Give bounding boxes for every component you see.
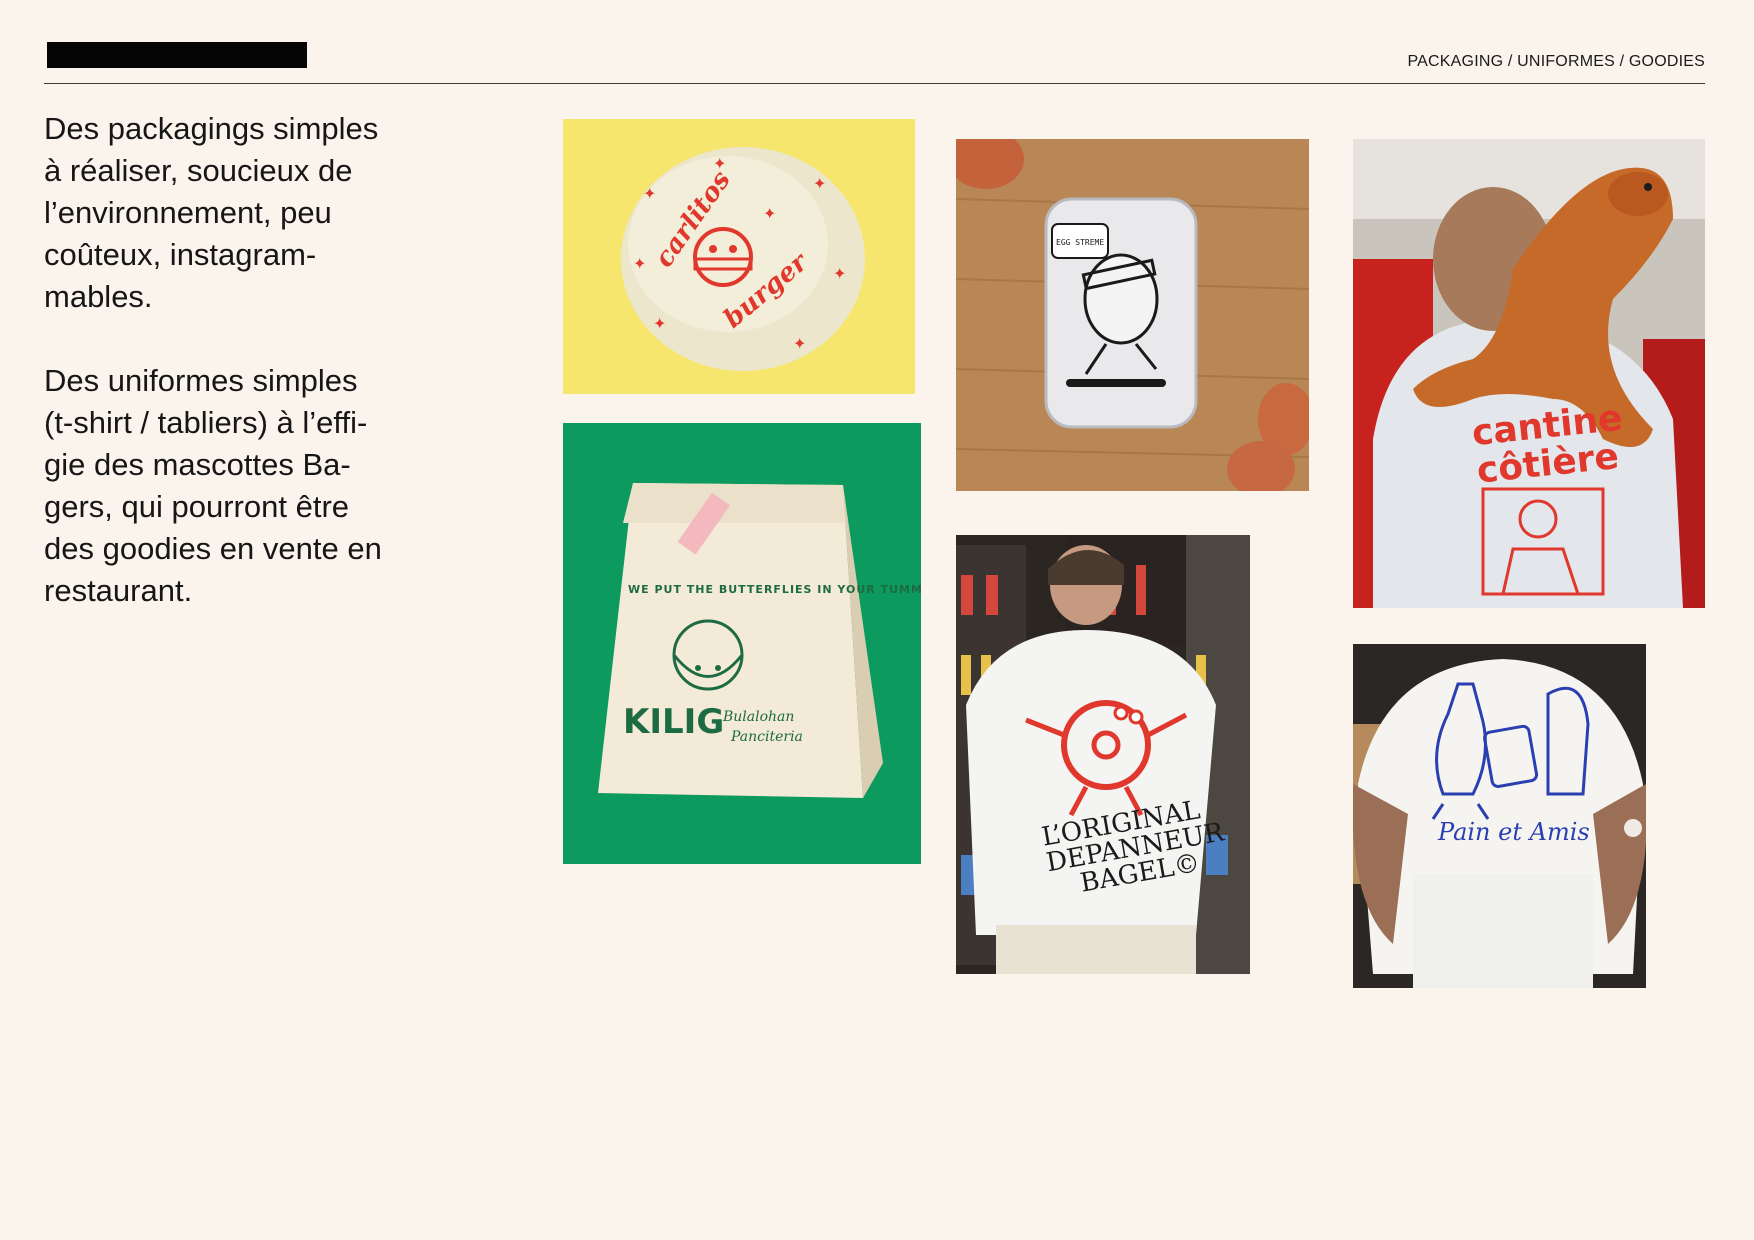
- svg-text:✦: ✦: [793, 336, 806, 353]
- photo-bagel-shirt: L’ORIGINAL DEPANNEUR BAGEL©: [956, 535, 1250, 974]
- egg-box-speech: EGG STREME: [1056, 238, 1104, 247]
- section-breadcrumb: PACKAGING / UNIFORMES / GOODIES: [1407, 53, 1705, 70]
- photo-bread-shirt: Pain et Amis: [1353, 644, 1646, 988]
- paper-bag-brand: KILIG: [623, 702, 724, 742]
- logo-bar: [47, 42, 307, 68]
- paper-bag-sub-2: Panciteria: [730, 729, 803, 745]
- carousel-next-icon[interactable]: [1624, 819, 1642, 837]
- header-divider: [44, 83, 1705, 84]
- photo-paper-bag: WE PUT THE BUTTERFLIES IN YOUR TUMMY KIL…: [563, 423, 921, 864]
- intro-paragraph-packaging: Des packagings simples à réaliser, souci…: [44, 111, 379, 314]
- photo-burger-wrap: ✦ ✦ ✦ ✦ ✦ ✦ ✦ ✦ carlitos burger: [563, 119, 915, 394]
- intro-text: Des packagings simples à réaliser, souci…: [44, 108, 424, 654]
- paper-bag-arc-text: WE PUT THE BUTTERFLIES IN YOUR TUMMY: [628, 583, 921, 596]
- photo-egg-box: EGG STREME: [956, 139, 1309, 491]
- svg-text:✦: ✦: [633, 256, 646, 273]
- svg-text:✦: ✦: [833, 266, 846, 283]
- bread-shirt-text: Pain et Amis: [1437, 818, 1590, 846]
- svg-text:✦: ✦: [813, 176, 826, 193]
- photo-dog-shirt: cantine côtière: [1353, 139, 1705, 608]
- svg-text:✦: ✦: [763, 206, 776, 223]
- svg-text:✦: ✦: [643, 186, 656, 203]
- svg-text:✦: ✦: [653, 316, 666, 333]
- intro-paragraph-uniforms: Des uniformes simples (t-shirt / tablier…: [44, 363, 382, 608]
- paper-bag-sub-1: Bulalohan: [722, 709, 794, 725]
